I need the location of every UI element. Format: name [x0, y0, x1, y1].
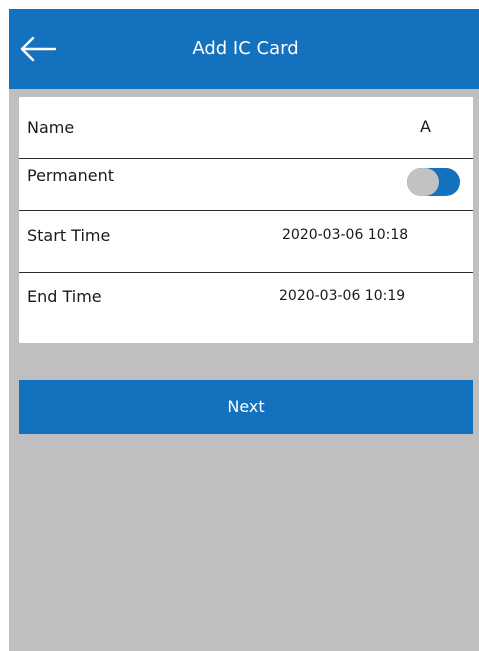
ic-card-form: Name A Permanent Start Time 2020-03-06 1…	[19, 97, 473, 343]
end-time-label: End Time	[27, 287, 102, 306]
start-time-row[interactable]: Start Time 2020-03-06 10:18	[19, 211, 473, 272]
start-time-label: Start Time	[27, 226, 111, 245]
name-value[interactable]: A	[420, 117, 431, 136]
start-time-value[interactable]: 2020-03-06 10:18	[282, 227, 408, 243]
permanent-toggle[interactable]	[407, 168, 460, 196]
arrow-left-icon	[20, 36, 57, 62]
end-time-row[interactable]: End Time 2020-03-06 10:19	[19, 273, 473, 343]
back-button[interactable]	[9, 9, 73, 89]
add-ic-card-screen: Add IC Card Name A Permanent Start Time …	[9, 9, 479, 651]
name-row[interactable]: Name A	[19, 97, 473, 158]
next-button[interactable]: Next	[19, 380, 473, 434]
header-bar: Add IC Card	[9, 9, 479, 89]
permanent-label: Permanent	[27, 166, 115, 185]
toggle-knob	[407, 168, 439, 196]
name-label: Name	[27, 118, 75, 137]
end-time-value[interactable]: 2020-03-06 10:19	[279, 288, 405, 304]
page-title: Add IC Card	[192, 38, 299, 59]
permanent-row: Permanent	[19, 159, 473, 210]
